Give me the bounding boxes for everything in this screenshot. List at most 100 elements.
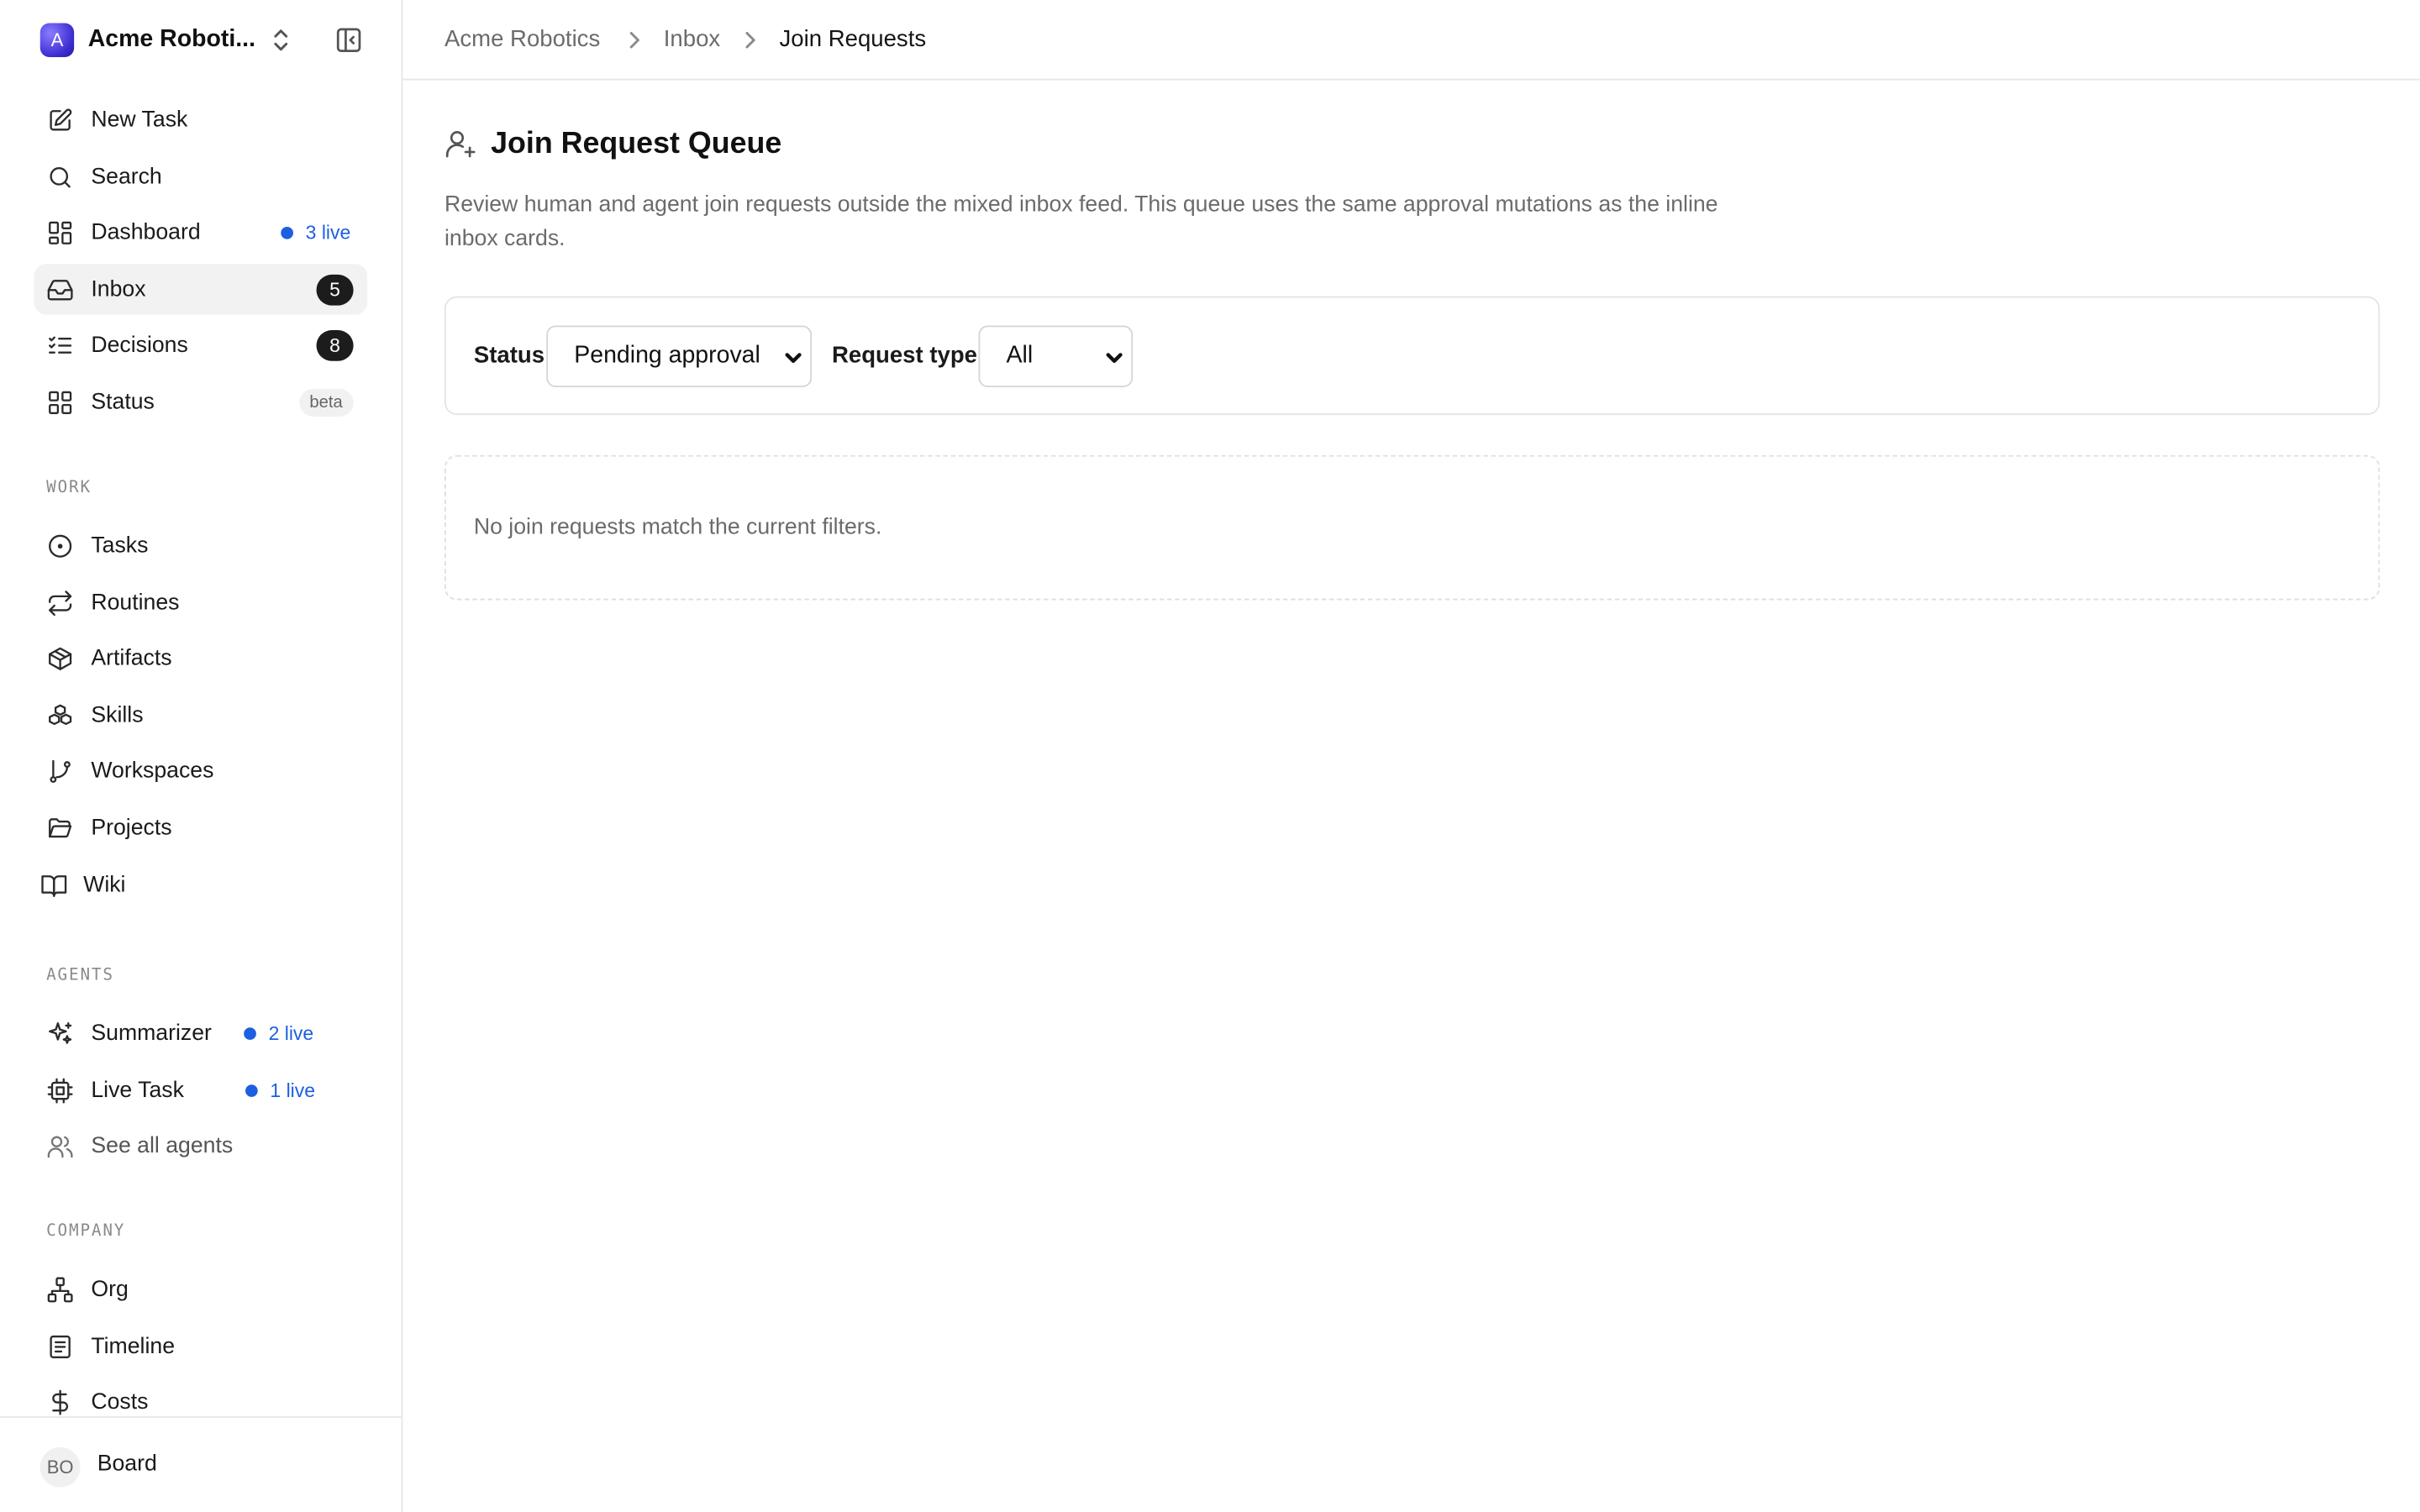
filters-panel: Status Pending approval Request type All xyxy=(444,296,2381,416)
section-label-company: COMPANY xyxy=(46,1221,126,1241)
nav-label: Skills xyxy=(91,702,144,728)
dollar-sign-icon xyxy=(46,1388,74,1415)
nav-label: Live Task xyxy=(91,1077,184,1103)
nav-label: New Task xyxy=(91,107,188,133)
breadcrumb-company[interactable]: Acme Robotics xyxy=(445,26,600,52)
company-switcher[interactable]: A Acme Roboti... xyxy=(34,18,370,61)
nav-new-task[interactable]: New Task xyxy=(34,94,367,145)
nav-label: See all agents xyxy=(91,1133,234,1158)
page-title: Join Request Queue xyxy=(491,126,782,161)
nav-label: Costs xyxy=(91,1389,149,1415)
inbox-icon xyxy=(46,276,74,303)
nav-org[interactable]: Org xyxy=(34,1263,367,1315)
nav-search[interactable]: Search xyxy=(34,151,367,202)
search-icon xyxy=(46,163,74,191)
company-name: Acme Roboti... xyxy=(87,26,256,53)
beta-badge: beta xyxy=(298,387,354,416)
nav-agent-summarizer[interactable]: Summarizer 2 live xyxy=(34,1007,367,1058)
nav-label: Workspaces xyxy=(91,758,214,784)
request-type-filter-label: Request type xyxy=(831,342,978,369)
section-label-agents: AGENTS xyxy=(46,965,114,984)
nav-label: Routines xyxy=(91,590,180,615)
nav-label: Status xyxy=(91,389,155,415)
company-logo: A xyxy=(39,23,75,57)
boxes-icon xyxy=(46,701,74,729)
package-icon xyxy=(46,644,74,672)
sidebar-footer-board[interactable]: BO Board xyxy=(0,1416,402,1512)
nav-label: Search xyxy=(91,164,162,189)
live-indicator: 2 live xyxy=(244,1022,313,1044)
nav-tasks[interactable]: Tasks xyxy=(34,520,367,571)
decisions-count-badge: 8 xyxy=(316,329,354,360)
nav-label: Tasks xyxy=(91,533,149,558)
document-list-icon xyxy=(46,1332,74,1360)
nav-artifacts[interactable]: Artifacts xyxy=(34,633,367,684)
empty-state: No join requests match the current filte… xyxy=(444,454,2381,601)
circle-dot-icon xyxy=(46,532,74,559)
breadcrumb-inbox[interactable]: Inbox xyxy=(664,26,720,52)
section-label-work: WORK xyxy=(46,478,92,497)
nav-status[interactable]: Status beta xyxy=(34,376,367,428)
nav-workspaces[interactable]: Workspaces xyxy=(34,745,367,796)
chevron-down-icon xyxy=(784,347,802,365)
chevron-right-icon xyxy=(625,29,644,51)
users-icon xyxy=(46,1131,74,1159)
live-count: 2 live xyxy=(268,1021,314,1044)
book-open-icon xyxy=(40,871,68,899)
nav-routines[interactable]: Routines xyxy=(34,577,367,628)
nav-label: Inbox xyxy=(91,276,146,302)
live-dot-icon xyxy=(245,1084,258,1096)
nav-see-all-agents[interactable]: See all agents xyxy=(34,1120,367,1171)
nav-timeline[interactable]: Timeline xyxy=(34,1320,367,1372)
live-indicator: 1 live xyxy=(245,1079,316,1101)
org-chart-icon xyxy=(46,1275,74,1303)
nav-dashboard[interactable]: Dashboard 3 live xyxy=(34,207,367,258)
nav-projects[interactable]: Projects xyxy=(34,802,367,853)
checklist-icon xyxy=(46,331,74,359)
live-dot-icon xyxy=(281,226,293,239)
chevron-right-icon xyxy=(741,29,760,51)
sidebar: A Acme Roboti... New Task Search Dashboa… xyxy=(0,0,403,1512)
nav-decisions[interactable]: Decisions 8 xyxy=(34,319,367,370)
breadcrumb-current: Join Requests xyxy=(779,26,927,53)
avatar: BO xyxy=(39,1446,81,1488)
nav-inbox[interactable]: Inbox 5 xyxy=(34,264,368,315)
status-select-value: Pending approval xyxy=(574,342,760,369)
inbox-count-badge: 5 xyxy=(316,274,354,305)
request-type-select-value: All xyxy=(1006,342,1034,369)
nav-label: Wiki xyxy=(83,872,126,898)
status-filter-label: Status xyxy=(473,342,545,369)
nav-label: Org xyxy=(91,1276,129,1302)
dashboard-grid-icon xyxy=(46,218,74,246)
nav-wiki[interactable]: Wiki xyxy=(34,859,367,911)
page-description: Review human and agent join requests out… xyxy=(444,192,1718,252)
nav-skills[interactable]: Skills xyxy=(34,690,367,741)
sparkles-icon xyxy=(46,1019,74,1047)
nav-label: Summarizer xyxy=(91,1020,212,1046)
live-indicator: 3 live xyxy=(281,221,351,244)
cpu-icon xyxy=(46,1076,74,1104)
user-plus-icon xyxy=(443,127,476,160)
empty-state-text: No join requests match the current filte… xyxy=(473,515,882,540)
pencil-square-icon xyxy=(46,106,74,134)
collapse-sidebar-icon[interactable] xyxy=(335,26,363,54)
board-label: Board xyxy=(97,1452,157,1477)
request-type-select[interactable]: All xyxy=(978,325,1134,388)
git-branch-icon xyxy=(46,757,74,785)
status-grid-icon xyxy=(46,388,74,416)
repeat-icon xyxy=(46,589,74,617)
nav-label: Projects xyxy=(91,815,172,841)
live-count: 3 live xyxy=(305,221,351,244)
chevron-down-icon xyxy=(1105,347,1123,365)
folder-open-icon xyxy=(46,814,74,842)
breadcrumb: Acme Robotics Inbox Join Requests xyxy=(402,0,2420,81)
nav-label: Decisions xyxy=(91,332,188,358)
chevron-up-down-icon[interactable] xyxy=(270,26,292,54)
nav-label: Dashboard xyxy=(91,219,201,245)
nav-label: Timeline xyxy=(91,1333,176,1359)
nav-agent-live-task[interactable]: Live Task 1 live xyxy=(34,1064,367,1116)
live-dot-icon xyxy=(244,1026,256,1040)
live-count: 1 live xyxy=(270,1079,316,1101)
status-select[interactable]: Pending approval xyxy=(546,325,813,388)
nav-label: Artifacts xyxy=(91,645,172,671)
